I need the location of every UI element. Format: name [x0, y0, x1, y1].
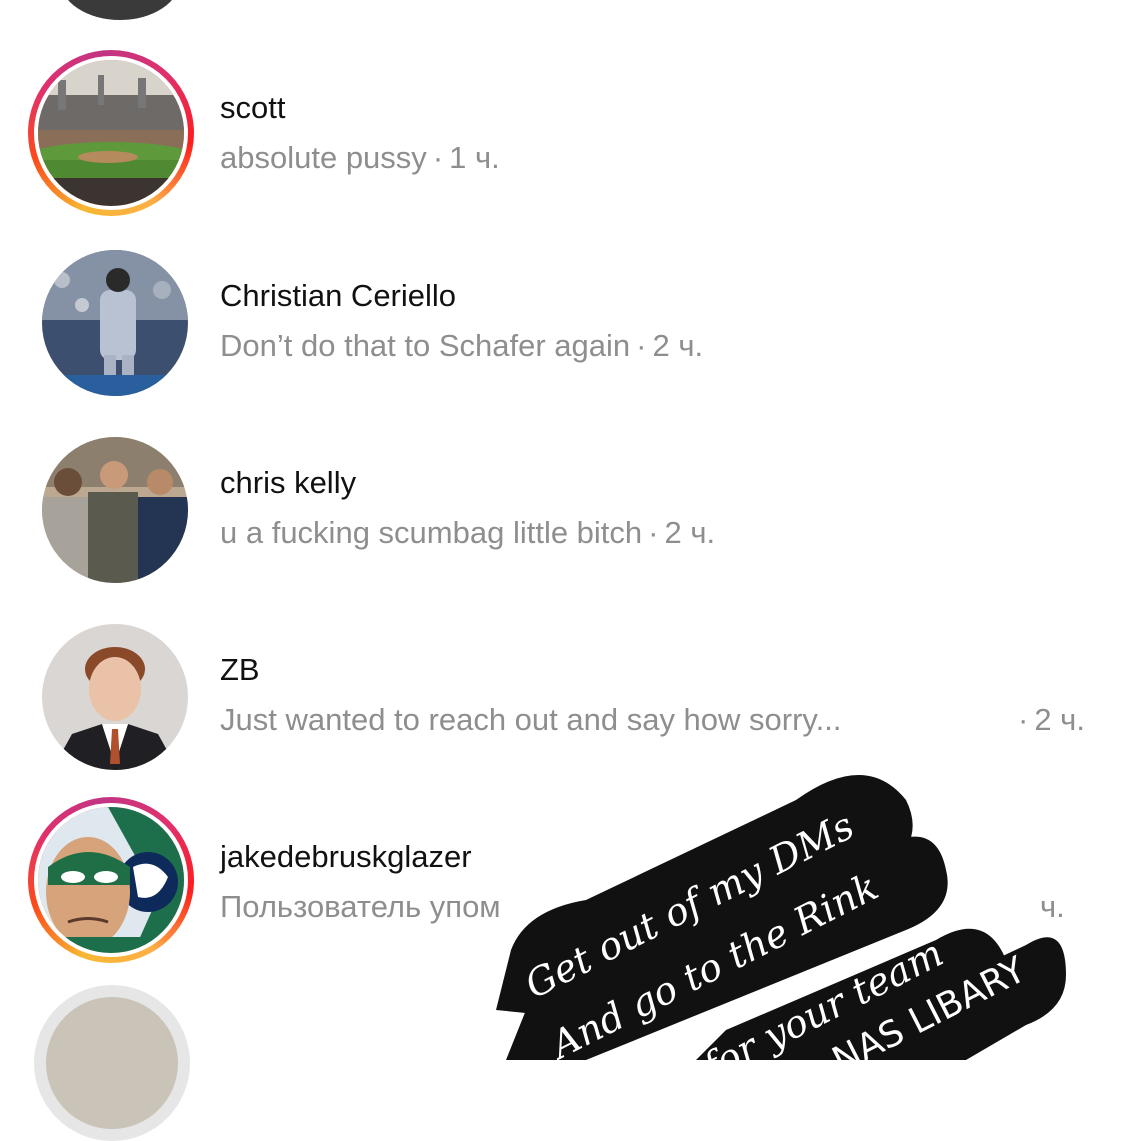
timestamp: 1 ч.: [449, 140, 500, 175]
partial-avatar-bottom[interactable]: [34, 985, 190, 1141]
baseball-player-photo-icon: [42, 250, 188, 396]
message-text: absolute pussy: [220, 140, 427, 175]
separator-dot: ·: [636, 328, 647, 363]
partial-avatar-top[interactable]: [60, 0, 180, 20]
avatar: [42, 624, 188, 770]
stadium-photo-icon: [38, 60, 184, 206]
story-text-sticker: Get out of my DMs And go to the Rink for…: [466, 760, 1106, 1089]
avatar: [34, 803, 188, 957]
username: chris kelly: [220, 465, 357, 500]
avatar: [42, 250, 188, 396]
message-preview: u a fucking scumbag little bitch · 2 ч.: [220, 515, 715, 551]
cartoon-avatar-icon: [38, 807, 184, 953]
message-text: Пользователь упом: [220, 889, 501, 924]
timestamp: 2 ч.: [664, 515, 716, 550]
story-ring[interactable]: [28, 797, 194, 963]
conversation-row[interactable]: chris kelly u a fucking scumbag little b…: [0, 423, 1142, 609]
separator-dot: ·: [648, 515, 659, 550]
message-text: Just wanted to reach out and say how sor…: [220, 702, 842, 737]
message-preview: Just wanted to reach out and say how sor…: [220, 702, 841, 738]
avatar-container[interactable]: [28, 423, 194, 589]
conversation-row[interactable]: scott absolute pussy · 1 ч.: [0, 50, 1142, 236]
story-ring[interactable]: [28, 50, 194, 216]
avatar-container[interactable]: [28, 236, 194, 402]
message-text: u a fucking scumbag little bitch: [220, 515, 643, 550]
message-text: Don’t do that to Schafer again: [220, 328, 631, 363]
username: Christian Ceriello: [220, 278, 457, 313]
timestamp: 2 ч.: [1034, 702, 1085, 737]
timestamp-right: · 2 ч.: [1012, 702, 1085, 738]
separator-dot: ·: [432, 140, 444, 175]
timestamp: 2 ч.: [652, 328, 704, 363]
message-preview: absolute pussy · 1 ч.: [220, 140, 500, 176]
group-photo-icon: [42, 437, 188, 583]
portrait-photo-icon: [42, 624, 188, 770]
message-preview: Пользователь упом: [220, 889, 501, 925]
username: ZB: [220, 652, 260, 687]
username: jakedebruskglazer: [220, 839, 472, 874]
avatar: [34, 56, 188, 210]
username: scott: [220, 90, 286, 125]
conversation-row[interactable]: Christian Ceriello Don’t do that to Scha…: [0, 236, 1142, 422]
message-preview: Don’t do that to Schafer again · 2 ч.: [220, 328, 703, 364]
separator-dot: ·: [1018, 702, 1029, 737]
avatar: [42, 437, 188, 583]
avatar-container[interactable]: [28, 610, 194, 776]
